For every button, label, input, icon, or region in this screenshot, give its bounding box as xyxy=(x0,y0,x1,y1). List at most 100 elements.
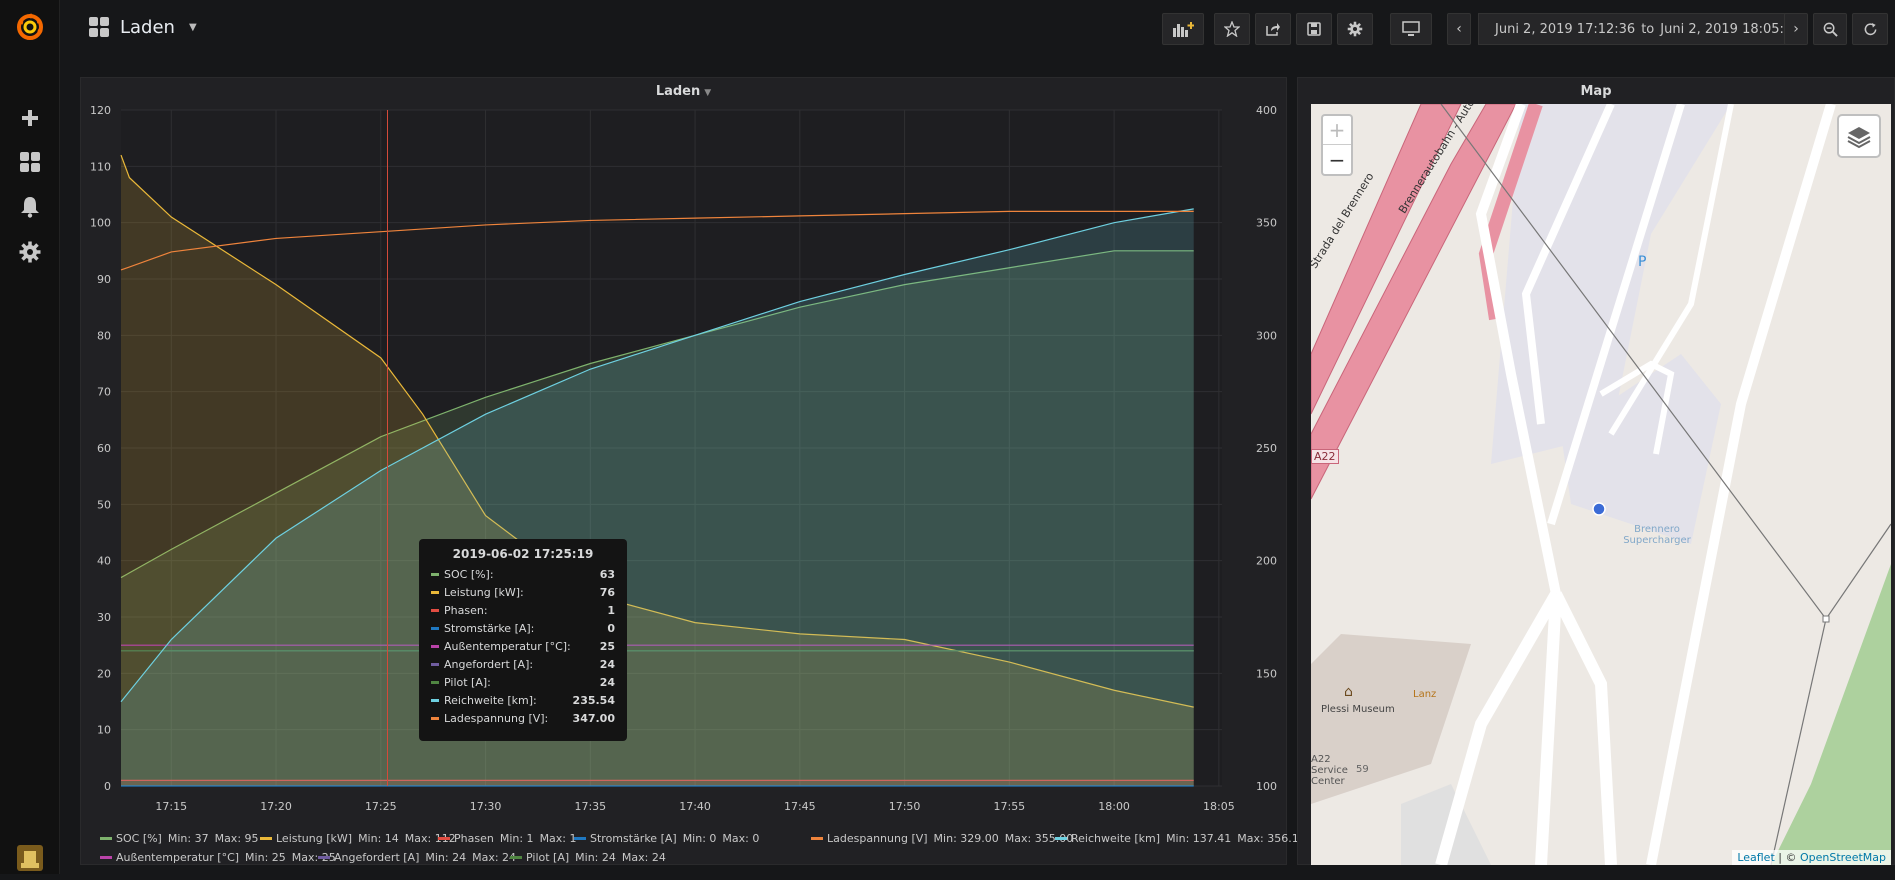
legend-item[interactable]: Phasen Min: 1 Max: 1 xyxy=(438,832,577,845)
map-panel-header[interactable]: Map xyxy=(1298,84,1894,99)
legend-swatch xyxy=(260,837,272,840)
legend-min: Min: 25 xyxy=(245,851,286,864)
legend-item[interactable]: Stromstärke [A] Min: 0 Max: 0 xyxy=(574,832,759,845)
y-left-tick-label: 70 xyxy=(97,386,111,399)
map-zoom-out-button[interactable]: − xyxy=(1323,145,1351,174)
y-left-tick-label: 80 xyxy=(97,329,111,342)
tooltip-row: Pilot [A]: 24 xyxy=(431,673,615,691)
y-right-tick-label: 300 xyxy=(1256,329,1277,342)
tooltip-row: Angefordert [A]: 24 xyxy=(431,655,615,673)
tooltip-row: Reichweite [km]: 235.54 xyxy=(431,691,615,709)
legend-min: Min: 24 xyxy=(575,851,616,864)
series-swatch xyxy=(431,716,439,720)
y-left-tick-label: 20 xyxy=(97,667,111,680)
map-label-lanz: Lanz xyxy=(1413,689,1437,700)
tooltip-series-name: Leistung [kW]: xyxy=(444,585,524,599)
y-left-tick-label: 110 xyxy=(90,160,111,173)
y-left-tick-label: 0 xyxy=(104,780,111,793)
legend-series-name: Ladespannung [V] xyxy=(827,832,928,845)
tooltip-row: Leistung [kW]: 76 xyxy=(431,583,615,601)
legend-swatch xyxy=(811,837,823,840)
x-tick-label: 17:50 xyxy=(889,800,921,813)
legend-max: Max: 24 xyxy=(621,851,666,864)
tooltip-series-value: 347.00 xyxy=(572,711,615,725)
x-tick-label: 18:05 xyxy=(1203,800,1235,813)
x-tick-label: 18:00 xyxy=(1098,800,1130,813)
series-swatch xyxy=(431,662,439,666)
map-label-service: A22 Service Center xyxy=(1311,754,1348,787)
legend-item[interactable]: Ladespannung [V] Min: 329.00 Max: 355.00 xyxy=(811,832,1073,845)
legend-swatch xyxy=(100,837,112,840)
legend-swatch xyxy=(510,856,522,859)
x-tick-label: 17:15 xyxy=(155,800,187,813)
legend-item[interactable]: Außentemperatur [°C] Min: 25 Max: 25 xyxy=(100,851,336,864)
map-panel-title: Map xyxy=(1580,84,1612,99)
tooltip-series-value: 25 xyxy=(599,639,615,653)
tooltip-series-value: 0 xyxy=(607,621,615,635)
map-layers-button[interactable] xyxy=(1837,114,1881,158)
legend-item[interactable]: SOC [%] Min: 37 Max: 95 xyxy=(100,832,259,845)
legend-min: Min: 137.41 xyxy=(1166,832,1232,845)
legend-swatch xyxy=(1055,837,1067,840)
tooltip-row: Stromstärke [A]: 0 xyxy=(431,619,615,637)
map-zoom-control: + − xyxy=(1321,114,1353,176)
x-tick-label: 17:20 xyxy=(260,800,292,813)
openstreetmap-link[interactable]: OpenStreetMap xyxy=(1800,851,1886,864)
legend-min: Min: 37 xyxy=(167,832,209,845)
tooltip-series-name: Stromstärke [A]: xyxy=(444,621,535,635)
map-label-supercharger: Brennero Supercharger xyxy=(1623,524,1691,546)
chart-tooltip: 2019-06-02 17:25:19 SOC [%]: 63 Leistung [… xyxy=(419,539,627,741)
y-right-tick-label: 100 xyxy=(1256,780,1277,793)
leaflet-link[interactable]: Leaflet xyxy=(1737,851,1774,864)
series-swatch xyxy=(431,644,439,648)
tooltip-row: Ladespannung [V]: 347.00 xyxy=(431,709,615,727)
series-swatch xyxy=(431,698,439,702)
legend-min: Min: 24 xyxy=(425,851,467,864)
tooltip-series-name: Pilot [A]: xyxy=(444,675,491,689)
museum-icon: ⌂ xyxy=(1344,684,1353,700)
legend-series-name: Angefordert [A] xyxy=(334,851,420,864)
legend-item[interactable]: Leistung [kW] Min: 14 Max: 112 xyxy=(260,832,456,845)
y-left-tick-label: 100 xyxy=(90,217,111,230)
y-left-tick-label: 90 xyxy=(97,273,111,286)
tooltip-row: Phasen: 1 xyxy=(431,601,615,619)
y-right-tick-label: 350 xyxy=(1256,217,1277,230)
attribution-separator: | © xyxy=(1778,851,1797,864)
tooltip-series-value: 76 xyxy=(599,585,615,599)
map-label-parking: P xyxy=(1638,254,1647,270)
legend-item[interactable]: Pilot [A] Min: 24 Max: 24 xyxy=(510,851,666,864)
tooltip-row: Außentemperatur [°C]: 25 xyxy=(431,637,615,655)
legend-swatch xyxy=(438,837,450,840)
series-swatch xyxy=(431,626,439,630)
layers-icon xyxy=(1847,127,1871,149)
map-attribution: Leaflet | © OpenStreetMap xyxy=(1732,850,1891,865)
legend-series-name: Stromstärke [A] xyxy=(590,832,677,845)
map-view[interactable]: Strada del Brennero Brennerautobahn - Au… xyxy=(1311,104,1891,865)
legend-series-name: Außentemperatur [°C] xyxy=(116,851,240,864)
tooltip-time: 2019-06-02 17:25:19 xyxy=(452,547,594,561)
y-left-tick-label: 60 xyxy=(97,442,111,455)
tooltip-series-value: 1 xyxy=(607,603,615,617)
map-label-museum: Plessi Museum xyxy=(1321,704,1395,715)
x-tick-label: 17:35 xyxy=(574,800,606,813)
legend-item[interactable]: Angefordert [A] Min: 24 Max: 24 xyxy=(318,851,516,864)
legend-series-name: Reichweite [km] xyxy=(1071,832,1161,845)
tooltip-series-name: Angefordert [A]: xyxy=(444,657,534,671)
x-tick-label: 17:40 xyxy=(679,800,711,813)
map-label-59: 59 xyxy=(1356,764,1369,775)
tooltip-series-name: Außentemperatur [°C]: xyxy=(444,639,571,653)
legend-max: Max: 356.13 xyxy=(1237,832,1306,845)
y-right-tick-label: 150 xyxy=(1256,667,1277,680)
legend-series-name: Phasen xyxy=(454,832,494,845)
series-swatch xyxy=(431,572,439,576)
legend-max: Max: 0 xyxy=(722,832,760,845)
legend-min: Min: 0 xyxy=(682,832,717,845)
x-tick-label: 17:55 xyxy=(993,800,1025,813)
tooltip-series-value: 235.54 xyxy=(572,693,615,707)
map-label-a22: A22 xyxy=(1311,449,1339,464)
tooltip-series-value: 24 xyxy=(599,675,615,689)
map-zoom-in-button[interactable]: + xyxy=(1323,116,1351,145)
series-swatch xyxy=(431,590,439,594)
legend-item[interactable]: Reichweite [km] Min: 137.41 Max: 356.13 xyxy=(1055,832,1306,845)
legend-swatch xyxy=(318,856,330,859)
